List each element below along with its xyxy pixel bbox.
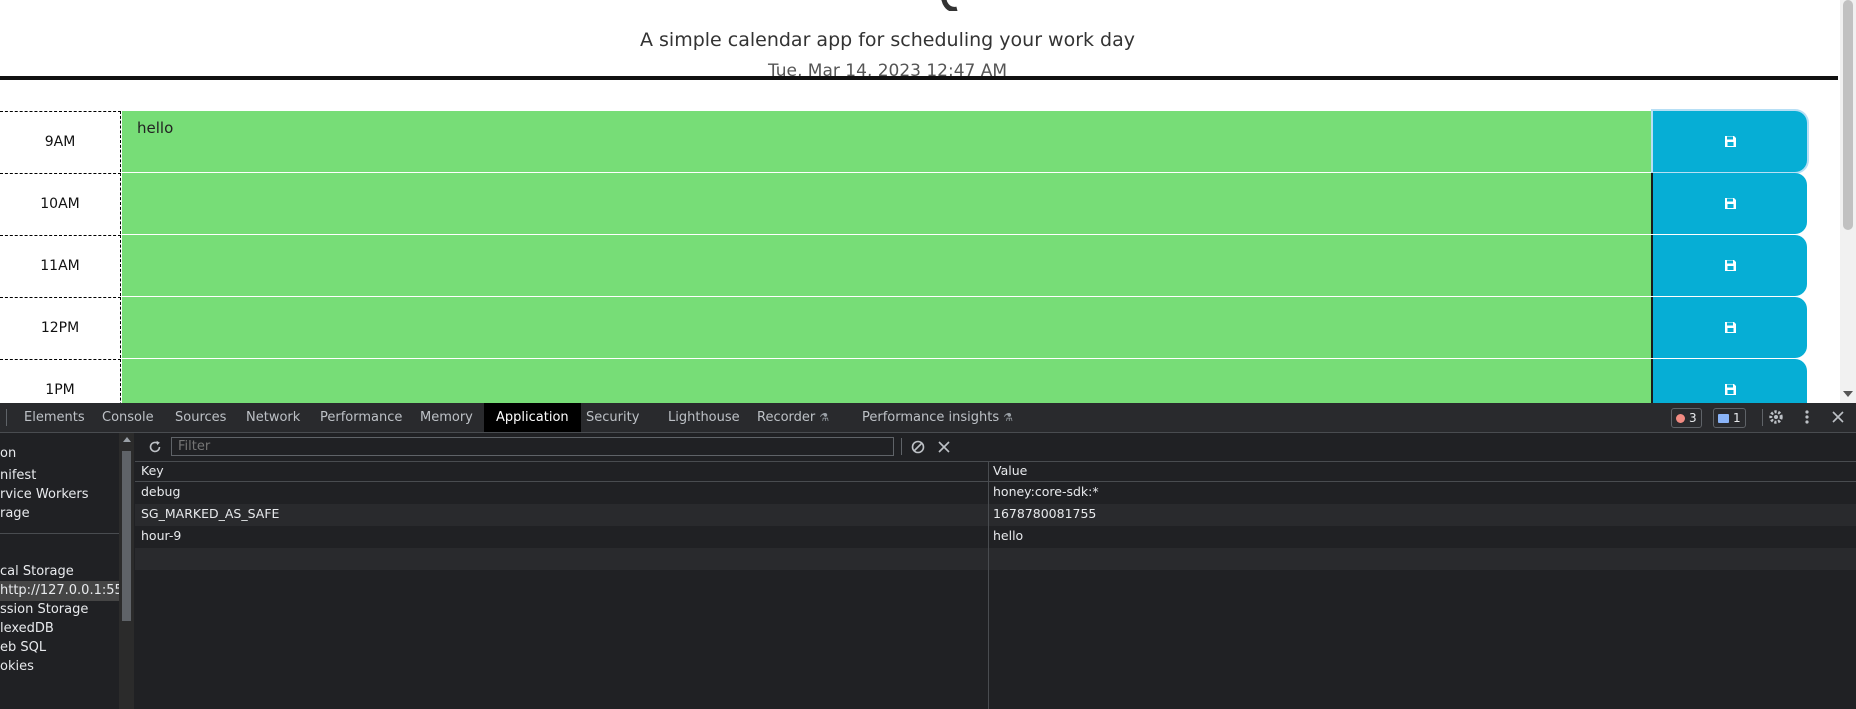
table-row-empty[interactable] [135,548,1856,570]
tab-security[interactable]: Security [584,403,641,432]
tab-performance-insights-label: Performance insights [862,410,1000,425]
hour-label: 10AM [0,173,121,234]
hour-label: 12PM [0,297,121,358]
column-divider [988,462,989,709]
browser-viewport: A simple calendar app for scheduling you… [0,0,1856,403]
time-block-row: 12PM [0,297,1810,359]
tab-application[interactable]: Application [484,403,581,432]
message-count: 1 [1733,411,1741,425]
tab-performance[interactable]: Performance [318,403,404,432]
title-descender-glyph [941,0,958,11]
clear-all-icon[interactable] [909,438,927,456]
hour-label: 1PM [0,359,121,403]
error-icon [1676,413,1685,423]
sidebar-item-application[interactable]: on [0,444,16,464]
sidebar-item-indexeddb[interactable]: lexedDB [0,619,54,639]
hour-label: 9AM [0,111,121,172]
page-scrollbar-thumb[interactable] [1843,0,1853,230]
description-textarea[interactable] [122,173,1653,234]
message-count-badge[interactable]: 1 [1713,408,1746,428]
sidebar-item-cookies[interactable]: okies [0,657,34,677]
time-block-row: 11AM [0,235,1810,297]
save-button[interactable] [1653,359,1807,403]
row-value: honey:core-sdk:* [993,484,1099,499]
sidebar-item-local-storage[interactable]: cal Storage [0,562,74,582]
filter-input[interactable] [171,437,894,456]
floppy-disk-icon [1724,260,1736,271]
sidebar-divider [0,533,119,534]
tab-performance-insights[interactable]: Performance insights ⚗ [860,403,1015,432]
tab-recorder-label: Recorder [757,410,816,425]
row-key: SG_MARKED_AS_SAFE [141,506,280,521]
error-count: 3 [1689,411,1697,425]
message-icon [1718,413,1729,423]
header-divider [0,76,1838,80]
time-block-row: 10AM [0,173,1810,235]
tab-separator [1762,409,1763,426]
row-key: debug [141,484,181,499]
floppy-disk-icon [1724,322,1736,333]
devtools-tabbar: Elements Console Sources Network Perform… [0,403,1856,433]
tab-sources[interactable]: Sources [173,403,228,432]
close-devtools-icon[interactable] [1829,408,1847,426]
settings-gear-icon[interactable] [1767,408,1785,426]
column-header-value[interactable]: Value [993,460,1027,482]
page-scrollbar[interactable] [1840,0,1856,403]
refresh-icon[interactable] [146,438,164,456]
storage-toolbar [135,433,1856,462]
tab-memory[interactable]: Memory [418,403,475,432]
hour-label: 11AM [0,235,121,296]
experiment-flask-icon: ⚗ [819,411,830,424]
app-lead: A simple calendar app for scheduling you… [639,29,1136,51]
floppy-disk-icon [1724,384,1736,395]
tab-elements[interactable]: Elements [22,403,87,432]
sidebar-item-local-storage-origin[interactable]: http://127.0.0.1:5501, [0,581,119,601]
tab-console[interactable]: Console [100,403,156,432]
application-sidebar: on nifest rvice Workers rage cal Storage… [0,433,119,709]
sidebar-item-storage[interactable]: rage [0,504,30,524]
time-block-row: 1PM [0,359,1810,403]
sidebar-item-service-workers[interactable]: rvice Workers [0,485,89,505]
tab-lighthouse[interactable]: Lighthouse [666,403,742,432]
save-button[interactable] [1653,297,1807,358]
toolbar-separator [901,438,902,455]
row-value: hello [993,528,1024,543]
column-header-key[interactable]: Key [141,460,164,482]
tab-separator [6,409,7,426]
sidebar-item-session-storage[interactable]: ssion Storage [0,600,88,620]
more-options-icon[interactable] [1798,408,1816,426]
experiment-flask-icon: ⚗ [1003,411,1013,424]
error-count-badge[interactable]: 3 [1671,408,1702,428]
floppy-disk-icon [1724,198,1736,209]
table-row[interactable]: hour-9 hello [135,526,1856,548]
time-block-row: 9AM hello [0,111,1810,173]
sidebar-scrollbar-thumb[interactable] [122,451,131,621]
devtools-panel: Elements Console Sources Network Perform… [0,403,1856,709]
row-value: 1678780081755 [993,506,1097,521]
table-row[interactable]: debug honey:core-sdk:* [135,482,1856,504]
save-button[interactable] [1653,235,1807,296]
save-button[interactable] [1653,173,1807,234]
sidebar-item-manifest[interactable]: nifest [0,466,36,486]
scroll-up-arrow-icon[interactable] [123,437,131,442]
table-header: Key Value [135,462,1856,482]
floppy-disk-icon [1724,136,1736,147]
delete-selected-icon[interactable] [935,438,953,456]
description-textarea[interactable] [122,359,1653,403]
save-button[interactable] [1653,111,1807,172]
description-textarea[interactable]: hello [122,111,1653,172]
description-textarea[interactable] [122,297,1653,358]
tab-recorder[interactable]: Recorder ⚗ [755,403,831,432]
row-key: hour-9 [141,528,182,543]
sidebar-scrollbar[interactable] [119,433,134,709]
scroll-down-arrow-icon[interactable] [1843,391,1853,397]
tab-network[interactable]: Network [244,403,302,432]
page-title-clipped [0,0,1842,21]
table-row[interactable]: SG_MARKED_AS_SAFE 1678780081755 [135,504,1856,526]
description-textarea[interactable] [122,235,1653,296]
storage-table: Key Value debug honey:core-sdk:* SG_MARK… [135,462,1856,709]
sidebar-item-web-sql[interactable]: eb SQL [0,638,46,658]
